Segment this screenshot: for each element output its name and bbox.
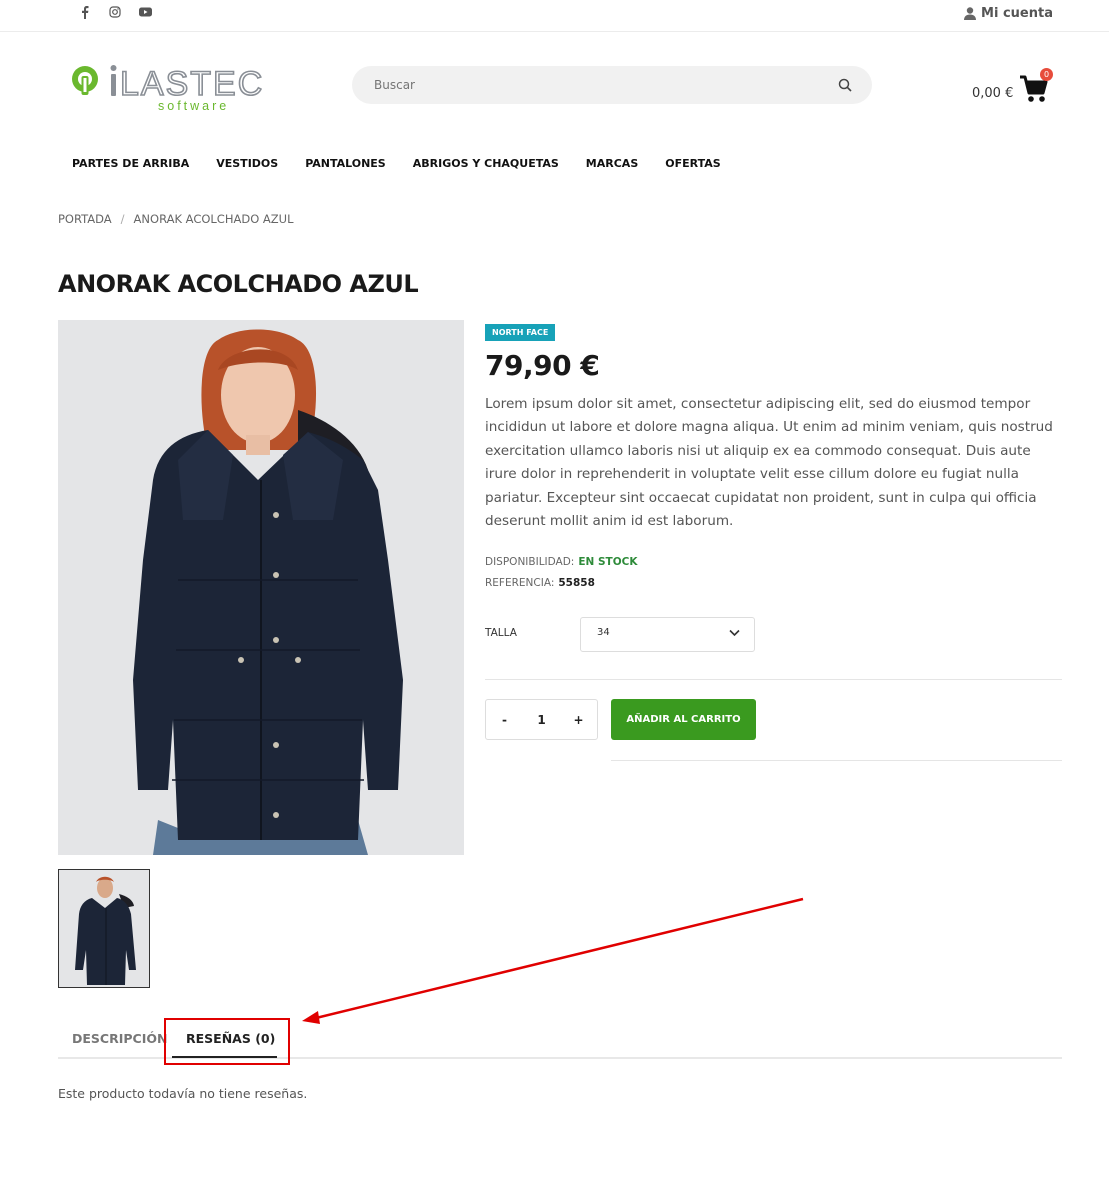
reviews-empty-message: Este producto todavía no tiene reseñas. bbox=[58, 1086, 308, 1101]
annotation-arrow bbox=[302, 897, 804, 1024]
annotation-highlight-box bbox=[164, 1018, 290, 1065]
tab-description[interactable]: DESCRIPCIÓN bbox=[72, 1031, 167, 1046]
